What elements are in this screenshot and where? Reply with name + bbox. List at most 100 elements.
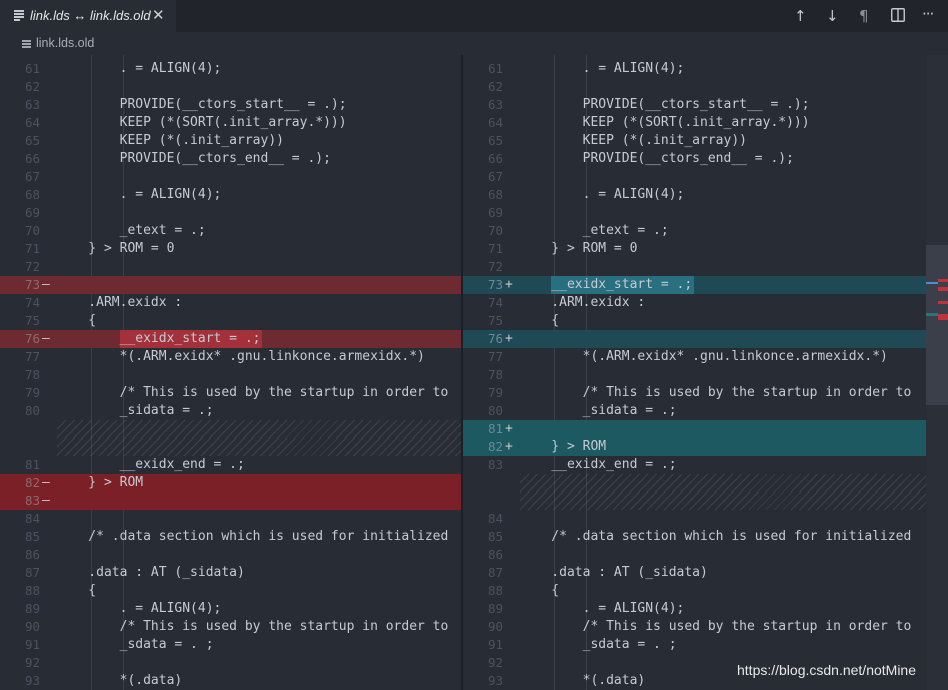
code-line[interactable]: 73 + __exidx_start = .;: [463, 276, 926, 294]
code-line[interactable]: 93 *(.data): [0, 672, 461, 690]
code-line[interactable]: 81 __exidx_end = .;: [0, 456, 461, 474]
code-line[interactable]: 70 _etext = .;: [0, 222, 461, 240]
code-line[interactable]: 62: [0, 78, 461, 96]
code-line[interactable]: 61 . = ALIGN(4);: [0, 60, 461, 78]
more-actions-icon[interactable]: ···: [922, 5, 934, 23]
code-line[interactable]: 68 . = ALIGN(4);: [0, 186, 461, 204]
code-line[interactable]: 65 KEEP (*(.init_array)): [0, 132, 461, 150]
code-line[interactable]: 75 {: [0, 312, 461, 330]
line-number: 88: [487, 583, 503, 598]
code-line[interactable]: 76 +: [463, 330, 926, 348]
code-line[interactable]: 68 . = ALIGN(4);: [463, 186, 926, 204]
close-icon[interactable]: ✕: [152, 6, 165, 24]
code-line[interactable]: 83 __exidx_end = .;: [463, 456, 926, 474]
code-line[interactable]: 62: [463, 78, 926, 96]
original-editor-pane[interactable]: 61 . = ALIGN(4); 62 63 PROVIDE(__ctors_sta…: [0, 55, 461, 690]
code-line[interactable]: 82— } > ROM: [0, 474, 461, 492]
code-line[interactable]: 90 /* This is used by the startup in ord…: [463, 618, 926, 636]
split-editor-icon[interactable]: [891, 8, 905, 26]
breadcrumb-file[interactable]: link.lds.old: [36, 36, 94, 50]
code-line[interactable]: 78: [0, 366, 461, 384]
code-line[interactable]: 84: [0, 510, 461, 528]
tab-diff-link-lds[interactable]: link.lds ↔ link.lds.old ✕: [0, 0, 176, 32]
code-line[interactable]: 87 .data : AT (_sidata): [463, 564, 926, 582]
line-number: 89: [487, 601, 503, 616]
code-line[interactable]: [0, 420, 461, 438]
code-text: __exidx_end = .;: [57, 457, 245, 472]
code-line[interactable]: 92: [0, 654, 461, 672]
code-line[interactable]: 73—: [0, 276, 461, 294]
code-line[interactable]: 76— __exidx_start = .;: [0, 330, 461, 348]
next-change-icon[interactable]: ↓: [826, 7, 839, 25]
code-text: PROVIDE(__ctors_start__ = .);: [57, 97, 347, 112]
code-line[interactable]: 85 /* .data section which is used for in…: [463, 528, 926, 546]
code-line[interactable]: 67: [463, 168, 926, 186]
code-line[interactable]: 69: [0, 204, 461, 222]
code-line[interactable]: 86: [0, 546, 461, 564]
code-line[interactable]: 78: [463, 366, 926, 384]
code-line[interactable]: 74 .ARM.exidx :: [0, 294, 461, 312]
ruler-marker: [938, 314, 948, 320]
code-line[interactable]: 69: [463, 204, 926, 222]
line-number: 92: [24, 655, 40, 670]
code-line[interactable]: [0, 438, 461, 456]
code-line[interactable]: 86: [463, 546, 926, 564]
code-line[interactable]: 64 KEEP (*(SORT(.init_array.*))): [463, 114, 926, 132]
code-line[interactable]: 87 .data : AT (_sidata): [0, 564, 461, 582]
line-number: 72: [487, 259, 503, 274]
code-line[interactable]: 70 _etext = .;: [463, 222, 926, 240]
show-whitespace-icon[interactable]: ¶: [859, 7, 869, 25]
code-line[interactable]: 71 } > ROM = 0: [463, 240, 926, 258]
code-text: } > ROM: [57, 475, 144, 490]
code-line[interactable]: [463, 492, 926, 510]
line-number: 72: [24, 259, 40, 274]
code-line[interactable]: 79 /* This is used by the startup in ord…: [463, 384, 926, 402]
code-line[interactable]: 84: [463, 510, 926, 528]
overview-ruler[interactable]: [926, 55, 948, 690]
line-number: 75: [24, 313, 40, 328]
line-number: 68: [24, 187, 40, 202]
code-line[interactable]: 63 PROVIDE(__ctors_start__ = .);: [0, 96, 461, 114]
code-line[interactable]: 89 . = ALIGN(4);: [463, 600, 926, 618]
code-line[interactable]: 75 {: [463, 312, 926, 330]
ruler-marker: [926, 282, 938, 284]
code-line[interactable]: 81 +: [463, 420, 926, 438]
code-line[interactable]: 88 {: [0, 582, 461, 600]
code-line[interactable]: 66 PROVIDE(__ctors_end__ = .);: [0, 150, 461, 168]
code-line[interactable]: 77 *(.ARM.exidx* .gnu.linkonce.armexidx.…: [0, 348, 461, 366]
code-line[interactable]: 66 PROVIDE(__ctors_end__ = .);: [463, 150, 926, 168]
scrollbar-slider[interactable]: [926, 245, 948, 405]
code-line[interactable]: 72: [0, 258, 461, 276]
code-line[interactable]: 91 _sdata = . ;: [0, 636, 461, 654]
code-line[interactable]: 74 .ARM.exidx :: [463, 294, 926, 312]
code-line[interactable]: 80 _sidata = .;: [463, 402, 926, 420]
code-line[interactable]: 64 KEEP (*(SORT(.init_array.*))): [0, 114, 461, 132]
tab-title: link.lds ↔ link.lds.old: [30, 8, 151, 23]
code-line[interactable]: 80 _sidata = .;: [0, 402, 461, 420]
tab-bar: link.lds ↔ link.lds.old ✕ ↑ ↓ ¶ ···: [0, 0, 948, 32]
code-line[interactable]: 90 /* This is used by the startup in ord…: [0, 618, 461, 636]
code-line[interactable]: 72: [463, 258, 926, 276]
code-text: .ARM.exidx :: [520, 295, 646, 310]
code-line[interactable]: 91 _sdata = . ;: [463, 636, 926, 654]
file-lines-icon: [14, 10, 24, 21]
previous-change-icon[interactable]: ↑: [794, 7, 807, 25]
code-line[interactable]: 71 } > ROM = 0: [0, 240, 461, 258]
line-number: 82: [487, 439, 503, 454]
code-line[interactable]: 65 KEEP (*(.init_array)): [463, 132, 926, 150]
code-line[interactable]: 88 {: [463, 582, 926, 600]
line-number: 62: [487, 79, 503, 94]
code-line[interactable]: 89 . = ALIGN(4);: [0, 600, 461, 618]
code-line[interactable]: [463, 474, 926, 492]
code-line[interactable]: 82 + } > ROM: [463, 438, 926, 456]
line-number: 70: [24, 223, 40, 238]
code-line[interactable]: 63 PROVIDE(__ctors_start__ = .);: [463, 96, 926, 114]
code-line[interactable]: 77 *(.ARM.exidx* .gnu.linkonce.armexidx.…: [463, 348, 926, 366]
code-line[interactable]: 79 /* This is used by the startup in ord…: [0, 384, 461, 402]
code-line[interactable]: 83—: [0, 492, 461, 510]
code-text: _sidata = .;: [57, 403, 214, 418]
code-line[interactable]: 67: [0, 168, 461, 186]
code-line[interactable]: 61 . = ALIGN(4);: [463, 60, 926, 78]
code-line[interactable]: 85 /* .data section which is used for in…: [0, 528, 461, 546]
modified-editor-pane[interactable]: 61 . = ALIGN(4); 62 63 PROVIDE(__ctors_sta…: [463, 55, 926, 690]
